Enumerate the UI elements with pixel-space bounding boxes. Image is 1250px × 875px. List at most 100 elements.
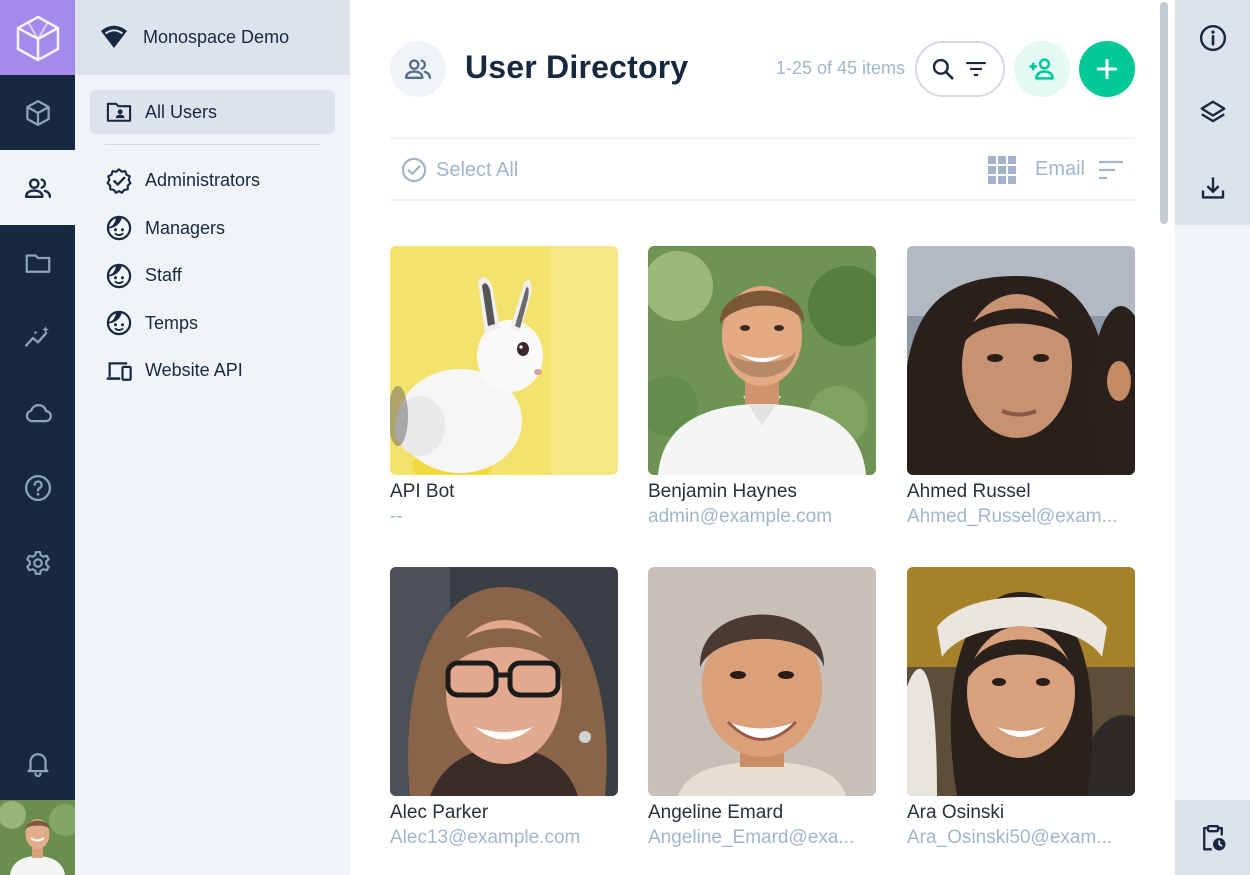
search-icon[interactable] [930,56,956,82]
user-name: Alec Parker [390,802,489,823]
page-title: User Directory [465,49,689,85]
user-name: Ahmed Russel [907,481,1031,502]
layers-button[interactable] [1175,75,1250,150]
people-icon [24,177,51,198]
title-icon [390,41,446,97]
sidebar-item-temps[interactable]: Temps [90,300,335,348]
app-logo[interactable] [0,0,75,75]
sidebar-item-label: Staff [145,265,182,286]
face-icon [106,216,132,241]
select-all-button[interactable]: Select All [400,156,518,184]
navigation-sidebar: Monospace Demo All Users Administrators [75,0,350,875]
user-photo [390,246,618,475]
project-name: Monospace Demo [143,27,290,47]
page-header: User Directory 1-25 of 45 items [390,41,1135,97]
user-photo [648,246,876,475]
wifi-icon [101,25,127,48]
clipboard-clock-icon [1202,824,1225,850]
sidebar-item-website-api[interactable]: Website API [90,347,335,395]
info-button[interactable] [1175,0,1250,75]
info-icon [1199,24,1226,51]
main-scrollbar[interactable] [1157,0,1171,875]
select-all-label: Select All [436,158,519,181]
sidebar-divider [105,144,320,145]
module-help[interactable] [0,450,75,525]
sidebar-item-administrators[interactable]: Administrators [90,157,335,205]
gear-icon [25,550,50,575]
create-user-button[interactable] [1079,41,1135,97]
user-card[interactable]: Alec Parker Alec13@example.com [390,567,618,849]
user-photo [907,567,1135,796]
help-icon [24,474,51,501]
sidebar-item-staff[interactable]: Staff [90,252,335,300]
cloud-icon [25,403,52,422]
user-card[interactable]: Ara Osinski Ara_Osinski50@exam... [907,567,1135,849]
sort-icon[interactable] [1097,158,1125,182]
face-icon [106,263,132,288]
user-email: Ahmed_Russel@exam... [907,506,1118,527]
export-button[interactable] [1175,150,1250,225]
user-name: Benjamin Haynes [648,481,797,502]
sidebar-item-all-users[interactable]: All Users [90,90,335,134]
person-add-icon [1029,58,1054,80]
user-photo [390,567,618,796]
scrollbar-thumb[interactable] [1160,2,1168,224]
module-settings[interactable] [0,525,75,600]
bell-icon [27,752,48,777]
module-bar [0,0,75,875]
user-card[interactable]: Ahmed Russel Ahmed_Russel@exam... [907,246,1135,528]
user-name: Ara Osinski [907,802,1005,823]
face-icon [106,311,132,336]
user-name: API Bot [390,481,455,502]
folder-icon [25,253,50,273]
sort-field-button[interactable]: Email [1035,158,1085,181]
search-filter-group [915,41,1005,97]
layers-icon [1200,100,1225,122]
user-name: Angeline Emard [648,802,784,823]
sidebar-item-label: Managers [145,217,226,238]
main-content: User Directory 1-25 of 45 items Select A… [350,0,1175,875]
download-icon [1201,176,1224,199]
folder-user-icon [106,102,132,122]
user-card[interactable]: Angeline Emard Angeline_Emard@exa... [648,567,876,849]
user-email: Ara_Osinski50@exam... [907,827,1113,848]
project-switcher[interactable]: Monospace Demo [75,0,350,75]
user-email: Angeline_Emard@exa... [648,827,855,848]
user-photo [648,567,876,796]
user-email: Alec13@example.com [390,827,581,848]
cube-icon [25,99,50,126]
avatar [0,800,75,875]
right-sidebar-actions [1175,0,1250,225]
module-insights[interactable] [0,300,75,375]
module-users[interactable] [0,150,75,225]
plus-icon [1096,58,1118,80]
people-icon [404,59,432,79]
notifications-button[interactable] [0,725,75,800]
module-files[interactable] [0,225,75,300]
verified-badge-icon [106,168,132,194]
sidebar-item-label: Administrators [145,170,261,191]
sidebar-item-label: All Users [145,101,218,122]
module-content[interactable] [0,75,75,150]
user-card[interactable]: API Bot -- [390,246,618,528]
user-photo [907,246,1135,475]
activity-button[interactable] [1175,800,1250,875]
list-toolbar: Select All Email [390,137,1135,201]
user-card[interactable]: Benjamin Haynes admin@example.com [648,246,876,528]
right-sidebar [1175,0,1250,875]
item-count: 1-25 of 45 items [775,58,905,78]
sidebar-item-label: Website API [145,360,243,381]
user-email: -- [390,506,403,527]
module-cloud[interactable] [0,375,75,450]
logo-cube-icon [16,15,59,61]
user-email: admin@example.com [648,506,833,527]
insights-icon [24,325,49,347]
devices-icon [106,362,132,381]
sidebar-item-label: Temps [145,312,199,333]
invite-user-button[interactable] [1014,41,1070,97]
check-circle-icon [401,157,427,183]
current-user-avatar[interactable] [0,800,75,875]
sidebar-item-managers[interactable]: Managers [90,205,335,253]
filter-icon[interactable] [962,56,990,82]
grid-view-icon[interactable] [987,155,1017,185]
